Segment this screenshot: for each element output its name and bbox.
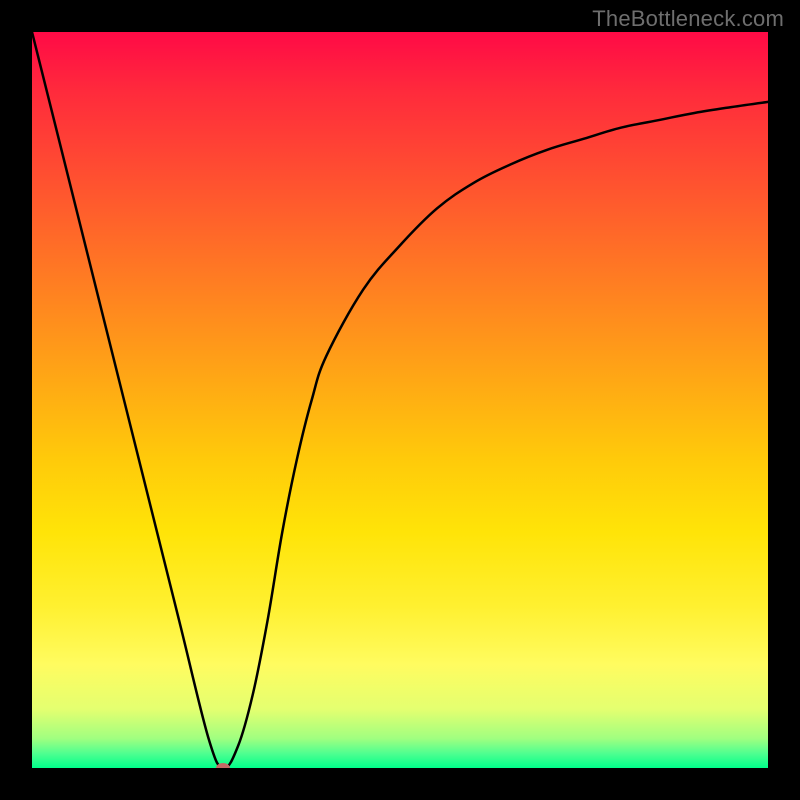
curve-svg bbox=[32, 32, 768, 768]
bottleneck-curve bbox=[32, 32, 768, 768]
chart-container: TheBottleneck.com bbox=[0, 0, 800, 800]
watermark-text: TheBottleneck.com bbox=[592, 6, 784, 32]
plot-area bbox=[32, 32, 768, 768]
minimum-marker bbox=[216, 763, 230, 768]
